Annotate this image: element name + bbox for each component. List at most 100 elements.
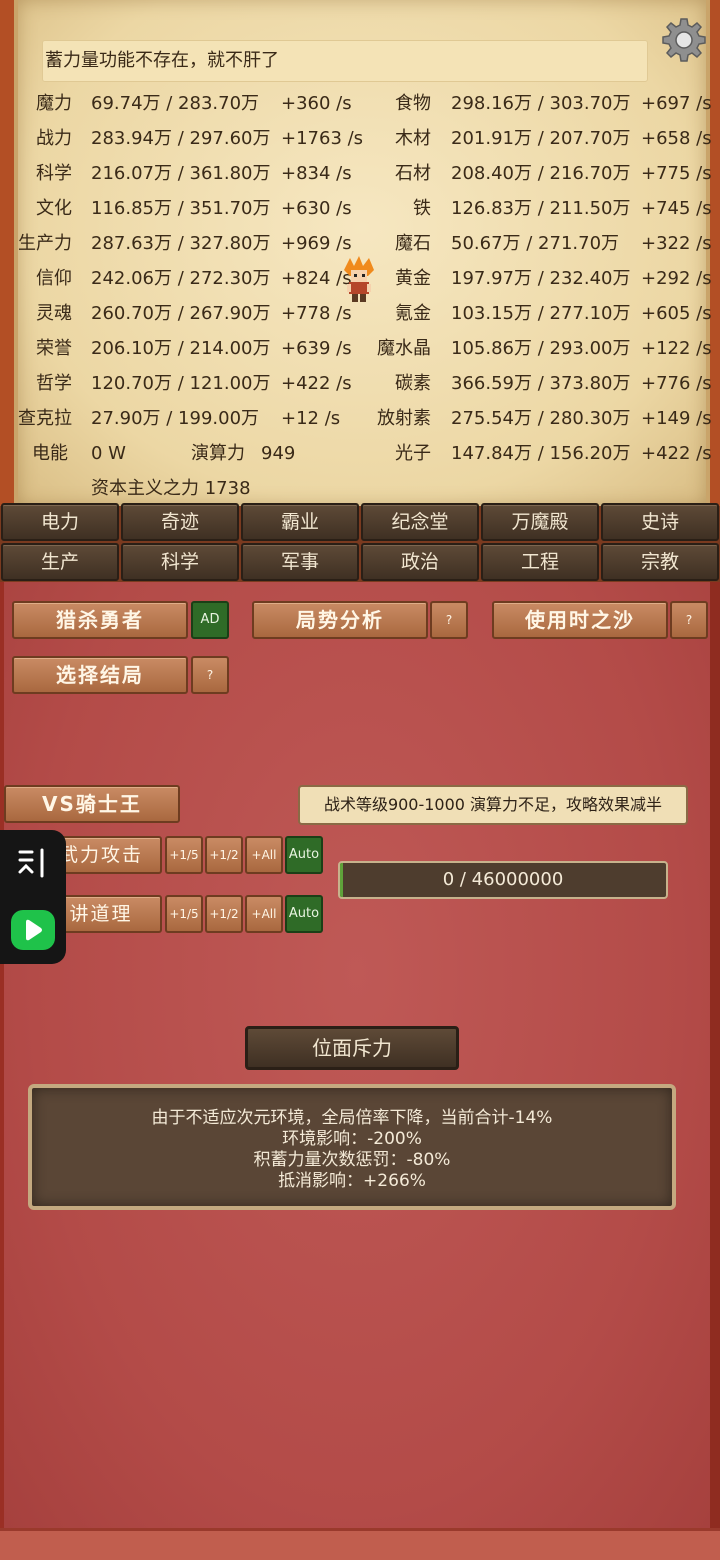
- info-line: 积蓄力量次数惩罚：-80%: [253, 1150, 451, 1170]
- resource-value: 242.06万 / 272.30万: [91, 268, 271, 289]
- tab-upper-1[interactable]: 奇迹: [121, 503, 239, 541]
- resource-name: 哲学: [36, 373, 72, 394]
- resource-name: 石材: [395, 163, 431, 184]
- resource-name: 碳素: [395, 373, 431, 394]
- progress-fill: [340, 863, 343, 897]
- ending-help-button[interactable]: ?: [191, 656, 229, 694]
- tab-row-1: 电力 奇迹 霸业 纪念堂 万魔殿 史诗: [0, 503, 720, 543]
- resource-rate: +605 /s: [641, 303, 712, 324]
- game-panel: [0, 582, 720, 1560]
- resource-name: 战力: [36, 128, 72, 149]
- attack-half-button[interactable]: +1/2: [205, 836, 243, 874]
- resource-value: 197.97万 / 232.40万: [451, 268, 631, 289]
- resource-value: 201.91万 / 207.70万: [451, 128, 631, 149]
- resource-rate: +745 /s: [641, 198, 712, 219]
- resource-rate: +149 /s: [641, 408, 712, 429]
- resource-rate: +775 /s: [641, 163, 712, 184]
- resource-rate: +1763 /s: [281, 128, 364, 149]
- resource-name: 氪金: [395, 303, 431, 324]
- tab-lower-2[interactable]: 军事: [241, 543, 359, 581]
- resource-name: 灵魂: [36, 303, 72, 324]
- resource-value: 69.74万 / 283.70万: [91, 93, 260, 114]
- resource-value: 116.85万 / 351.70万: [91, 198, 271, 219]
- resource-name: 信仰: [36, 268, 72, 289]
- info-line: 由于不适应次元环境，全局倍率下降，当前合计-14%: [151, 1108, 553, 1128]
- resource-rate: +776 /s: [641, 373, 712, 394]
- resource-value: 298.16万 / 303.70万: [451, 93, 631, 114]
- tab-lower-4[interactable]: 工程: [481, 543, 599, 581]
- resource-rate: +122 /s: [641, 338, 712, 359]
- reason-half-button[interactable]: +1/2: [205, 895, 243, 933]
- reason-auto-toggle[interactable]: Auto: [285, 895, 323, 933]
- resource-name: 科学: [36, 163, 72, 184]
- resource-name: 查克拉: [18, 408, 72, 429]
- attack-all-button[interactable]: +All: [245, 836, 283, 874]
- resource-name: 魔石: [395, 233, 431, 254]
- battle-progress-bar: 0 / 46000000: [338, 861, 668, 899]
- play-icon: [26, 919, 42, 941]
- tab-lower-3[interactable]: 政治: [361, 543, 479, 581]
- ad-button[interactable]: AD: [191, 601, 229, 639]
- resource-value: 366.59万 / 373.80万: [451, 373, 631, 394]
- resource-rate: +12 /s: [281, 408, 341, 429]
- battle-note: 战术等级900-1000 演算力不足，攻略效果减半: [298, 785, 688, 825]
- info-line: 抵消影响：+266%: [278, 1171, 426, 1191]
- power-name: 电能: [32, 443, 68, 464]
- hero-sprite: [344, 256, 374, 302]
- resource-value: 105.86万 / 293.00万: [451, 338, 631, 359]
- plane-repulsion-button[interactable]: 位面斥力: [245, 1026, 459, 1070]
- resource-rate: +292 /s: [641, 268, 712, 289]
- analysis-help-button[interactable]: ?: [430, 601, 468, 639]
- tab-upper-5[interactable]: 史诗: [601, 503, 719, 541]
- compute-value: 949: [261, 443, 296, 464]
- resource-name: 放射素: [377, 408, 431, 429]
- reason-fifth-button[interactable]: +1/5: [165, 895, 203, 933]
- tab-upper-3[interactable]: 纪念堂: [361, 503, 479, 541]
- tab-lower-5[interactable]: 宗教: [601, 543, 719, 581]
- resource-value: 287.63万 / 327.80万: [91, 233, 271, 254]
- resource-value: 275.54万 / 280.30万: [451, 408, 631, 429]
- tab-upper-4[interactable]: 万魔殿: [481, 503, 599, 541]
- resource-rate: +422 /s: [281, 373, 352, 394]
- resource-name: 食物: [395, 93, 431, 114]
- resource-name: 光子: [395, 443, 431, 464]
- resource-value: 208.40万 / 216.70万: [451, 163, 631, 184]
- compute-name: 演算力: [191, 443, 245, 464]
- tab-lower-1[interactable]: 科学: [121, 543, 239, 581]
- analysis-button[interactable]: 局势分析: [252, 601, 428, 639]
- resource-rate: +778 /s: [281, 303, 352, 324]
- resource-rate: +422 /s: [641, 443, 712, 464]
- tab-upper-2[interactable]: 霸业: [241, 503, 359, 541]
- gear-icon[interactable]: [660, 16, 708, 64]
- resource-rate: +658 /s: [641, 128, 712, 149]
- resource-name: 荣誉: [36, 338, 72, 359]
- power-value: 0 W: [91, 443, 126, 464]
- resource-value: 126.83万 / 211.50万: [451, 198, 631, 219]
- sand-help-button[interactable]: ?: [670, 601, 708, 639]
- attack-fifth-button[interactable]: +1/5: [165, 836, 203, 874]
- resource-value: 283.94万 / 297.60万: [91, 128, 271, 149]
- progress-text: 0 / 46000000: [442, 869, 564, 890]
- attack-auto-toggle[interactable]: Auto: [285, 836, 323, 874]
- resource-rate: +322 /s: [641, 233, 712, 254]
- resource-rate: +834 /s: [281, 163, 352, 184]
- hunt-hero-button[interactable]: 猎杀勇者: [12, 601, 188, 639]
- resource-name: 黄金: [395, 268, 431, 289]
- resource-value: 50.67万 / 271.70万: [451, 233, 620, 254]
- tab-upper-0[interactable]: 电力: [1, 503, 119, 541]
- tab-row-2: 生产 科学 军事 政治 工程 宗教: [0, 543, 720, 583]
- choose-ending-button[interactable]: 选择结局: [12, 656, 188, 694]
- use-sand-button[interactable]: 使用时之沙: [492, 601, 668, 639]
- resource-value: 216.07万 / 361.80万: [91, 163, 271, 184]
- resource-rate: +630 /s: [281, 198, 352, 219]
- resource-value: 27.90万 / 199.00万: [91, 408, 260, 429]
- tab-lower-0[interactable]: 生产: [1, 543, 119, 581]
- capitalism-power: 资本主义之力 1738: [91, 478, 251, 499]
- resource-name: 铁: [413, 198, 431, 219]
- resource-value: 206.10万 / 214.00万: [91, 338, 271, 359]
- record-button[interactable]: [11, 910, 55, 950]
- resource-rate: +697 /s: [641, 93, 712, 114]
- resource-name: 魔力: [36, 93, 72, 114]
- reason-all-button[interactable]: +All: [245, 895, 283, 933]
- collapse-menu-icon[interactable]: [12, 846, 52, 880]
